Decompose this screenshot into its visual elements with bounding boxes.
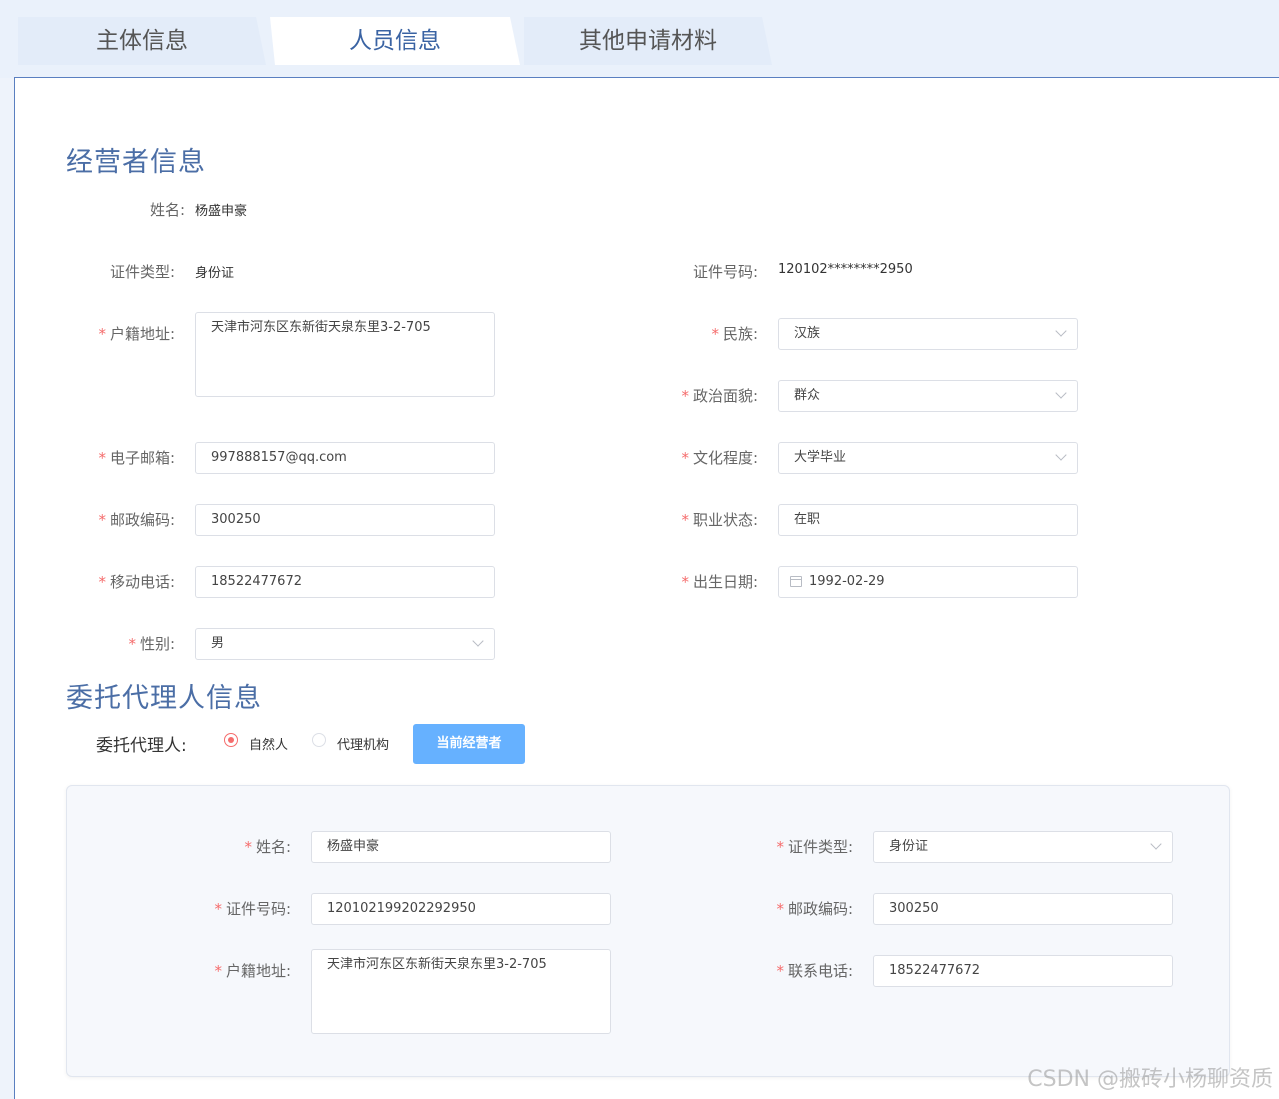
operator-political-value: 群众 — [794, 388, 821, 403]
current-operator-button[interactable]: 当前经营者 — [413, 724, 525, 764]
required-mark: * — [98, 449, 106, 467]
required-mark: * — [681, 449, 689, 467]
operator-gender-label: * 性别: — [60, 633, 175, 654]
agency-radio[interactable] — [312, 733, 326, 747]
agent-detail-panel — [66, 785, 1230, 1077]
calendar-icon — [790, 576, 802, 587]
operator-address-label-text: 户籍地址: — [109, 325, 175, 343]
watermark: CSDN @搬砖小杨聊资质 — [1027, 1067, 1273, 1092]
operator-birth-label-text: 出生日期: — [692, 573, 758, 591]
operator-gender-value: 男 — [211, 636, 225, 651]
required-mark: * — [776, 900, 784, 918]
agent-phone-label-text: 联系电话: — [787, 962, 853, 980]
agent-phone-input[interactable]: 18522477672 — [873, 955, 1173, 987]
operator-gender-select[interactable]: 男 — [195, 628, 495, 660]
operator-ethnicity-label: * 民族: — [640, 323, 758, 344]
operator-email-label-text: 电子邮箱: — [109, 449, 175, 467]
operator-political-label-text: 政治面貌: — [692, 387, 758, 405]
tab-bar: 主体信息 人员信息 其他申请材料 — [0, 0, 1279, 78]
operator-job-status-input[interactable]: 在职 — [778, 504, 1078, 536]
agent-name-input[interactable]: 杨盛申豪 — [311, 831, 611, 863]
required-mark: * — [681, 387, 689, 405]
agent-name-label: * 姓名: — [175, 836, 291, 857]
required-mark: * — [244, 838, 252, 856]
operator-postcode-label: * 邮政编码: — [60, 509, 175, 530]
tab-subject-info[interactable]: 主体信息 — [18, 17, 266, 65]
chevron-down-icon — [472, 635, 484, 647]
operator-education-label: * 文化程度: — [640, 447, 758, 468]
operator-section-title: 经营者信息 — [66, 147, 206, 178]
operator-email-input[interactable]: 997888157@qq.com — [195, 442, 495, 474]
operator-job-status-label-text: 职业状态: — [692, 511, 758, 529]
tab-other-materials[interactable]: 其他申请材料 — [524, 17, 772, 65]
operator-address-label: * 户籍地址: — [60, 323, 175, 344]
required-mark: * — [214, 962, 222, 980]
operator-gender-label-text: 性别: — [139, 635, 175, 653]
operator-id-type-value: 身份证 — [195, 266, 235, 281]
operator-postcode-input[interactable]: 300250 — [195, 504, 495, 536]
agent-id-type-label: * 证件类型: — [735, 836, 853, 857]
agent-name-label-text: 姓名: — [255, 838, 291, 856]
agent-section-title: 委托代理人信息 — [66, 683, 262, 714]
required-mark: * — [681, 573, 689, 591]
agent-postcode-input[interactable]: 300250 — [873, 893, 1173, 925]
natural-person-radio-label[interactable]: 自然人 — [249, 734, 288, 753]
chevron-down-icon — [1055, 325, 1067, 337]
required-mark: * — [776, 838, 784, 856]
operator-mobile-label-text: 移动电话: — [109, 573, 175, 591]
agent-id-type-select[interactable]: 身份证 — [873, 831, 1173, 863]
operator-ethnicity-value: 汉族 — [794, 326, 821, 341]
operator-job-status-label: * 职业状态: — [640, 509, 758, 530]
operator-email-label: * 电子邮箱: — [60, 447, 175, 468]
agent-postcode-label-text: 邮政编码: — [787, 900, 853, 918]
operator-birth-value: 1992-02-29 — [809, 574, 885, 589]
agency-radio-label[interactable]: 代理机构 — [337, 734, 389, 753]
operator-id-type-label: 证件类型: — [109, 263, 175, 281]
operator-birth-date-picker[interactable]: 1992-02-29 — [778, 566, 1078, 598]
required-mark: * — [128, 635, 136, 653]
agent-id-number-label-text: 证件号码: — [225, 900, 291, 918]
required-mark: * — [98, 511, 106, 529]
agent-id-number-label: * 证件号码: — [175, 898, 291, 919]
operator-postcode-label-text: 邮政编码: — [109, 511, 175, 529]
operator-education-value: 大学毕业 — [794, 450, 847, 465]
operator-mobile-label: * 移动电话: — [60, 571, 175, 592]
agent-id-type-label-text: 证件类型: — [787, 838, 853, 856]
operator-ethnicity-label-text: 民族: — [722, 325, 758, 343]
natural-person-radio[interactable] — [224, 733, 238, 747]
operator-mobile-input[interactable]: 18522477672 — [195, 566, 495, 598]
operator-political-label: * 政治面貌: — [640, 385, 758, 406]
chevron-down-icon — [1055, 449, 1067, 461]
operator-id-number-label: 证件号码: — [692, 263, 758, 281]
operator-id-number-value: 120102********2950 — [778, 262, 913, 277]
operator-ethnicity-select[interactable]: 汉族 — [778, 318, 1078, 350]
operator-name-label: 姓名: — [149, 201, 185, 219]
agent-id-type-value: 身份证 — [889, 839, 929, 854]
required-mark: * — [681, 511, 689, 529]
operator-political-select[interactable]: 群众 — [778, 380, 1078, 412]
agent-phone-label: * 联系电话: — [735, 960, 853, 981]
agent-address-label-text: 户籍地址: — [225, 962, 291, 980]
operator-birth-label: * 出生日期: — [640, 571, 758, 592]
tab-personnel-info[interactable]: 人员信息 — [270, 17, 520, 65]
chevron-down-icon — [1055, 387, 1067, 399]
required-mark: * — [98, 325, 106, 343]
chevron-down-icon — [1150, 838, 1162, 850]
operator-name-value: 杨盛申豪 — [195, 204, 248, 219]
agent-address-label: * 户籍地址: — [175, 960, 291, 981]
agent-address-textarea[interactable]: 天津市河东区东新街天泉东里3-2-705 — [311, 949, 611, 1034]
operator-education-label-text: 文化程度: — [692, 449, 758, 467]
operator-address-textarea[interactable]: 天津市河东区东新街天泉东里3-2-705 — [195, 312, 495, 397]
operator-education-select[interactable]: 大学毕业 — [778, 442, 1078, 474]
required-mark: * — [98, 573, 106, 591]
required-mark: * — [214, 900, 222, 918]
required-mark: * — [711, 325, 719, 343]
agent-postcode-label: * 邮政编码: — [735, 898, 853, 919]
agent-id-number-input[interactable]: 120102199202292950 — [311, 893, 611, 925]
agent-type-label: 委托代理人: — [96, 736, 187, 756]
required-mark: * — [776, 962, 784, 980]
